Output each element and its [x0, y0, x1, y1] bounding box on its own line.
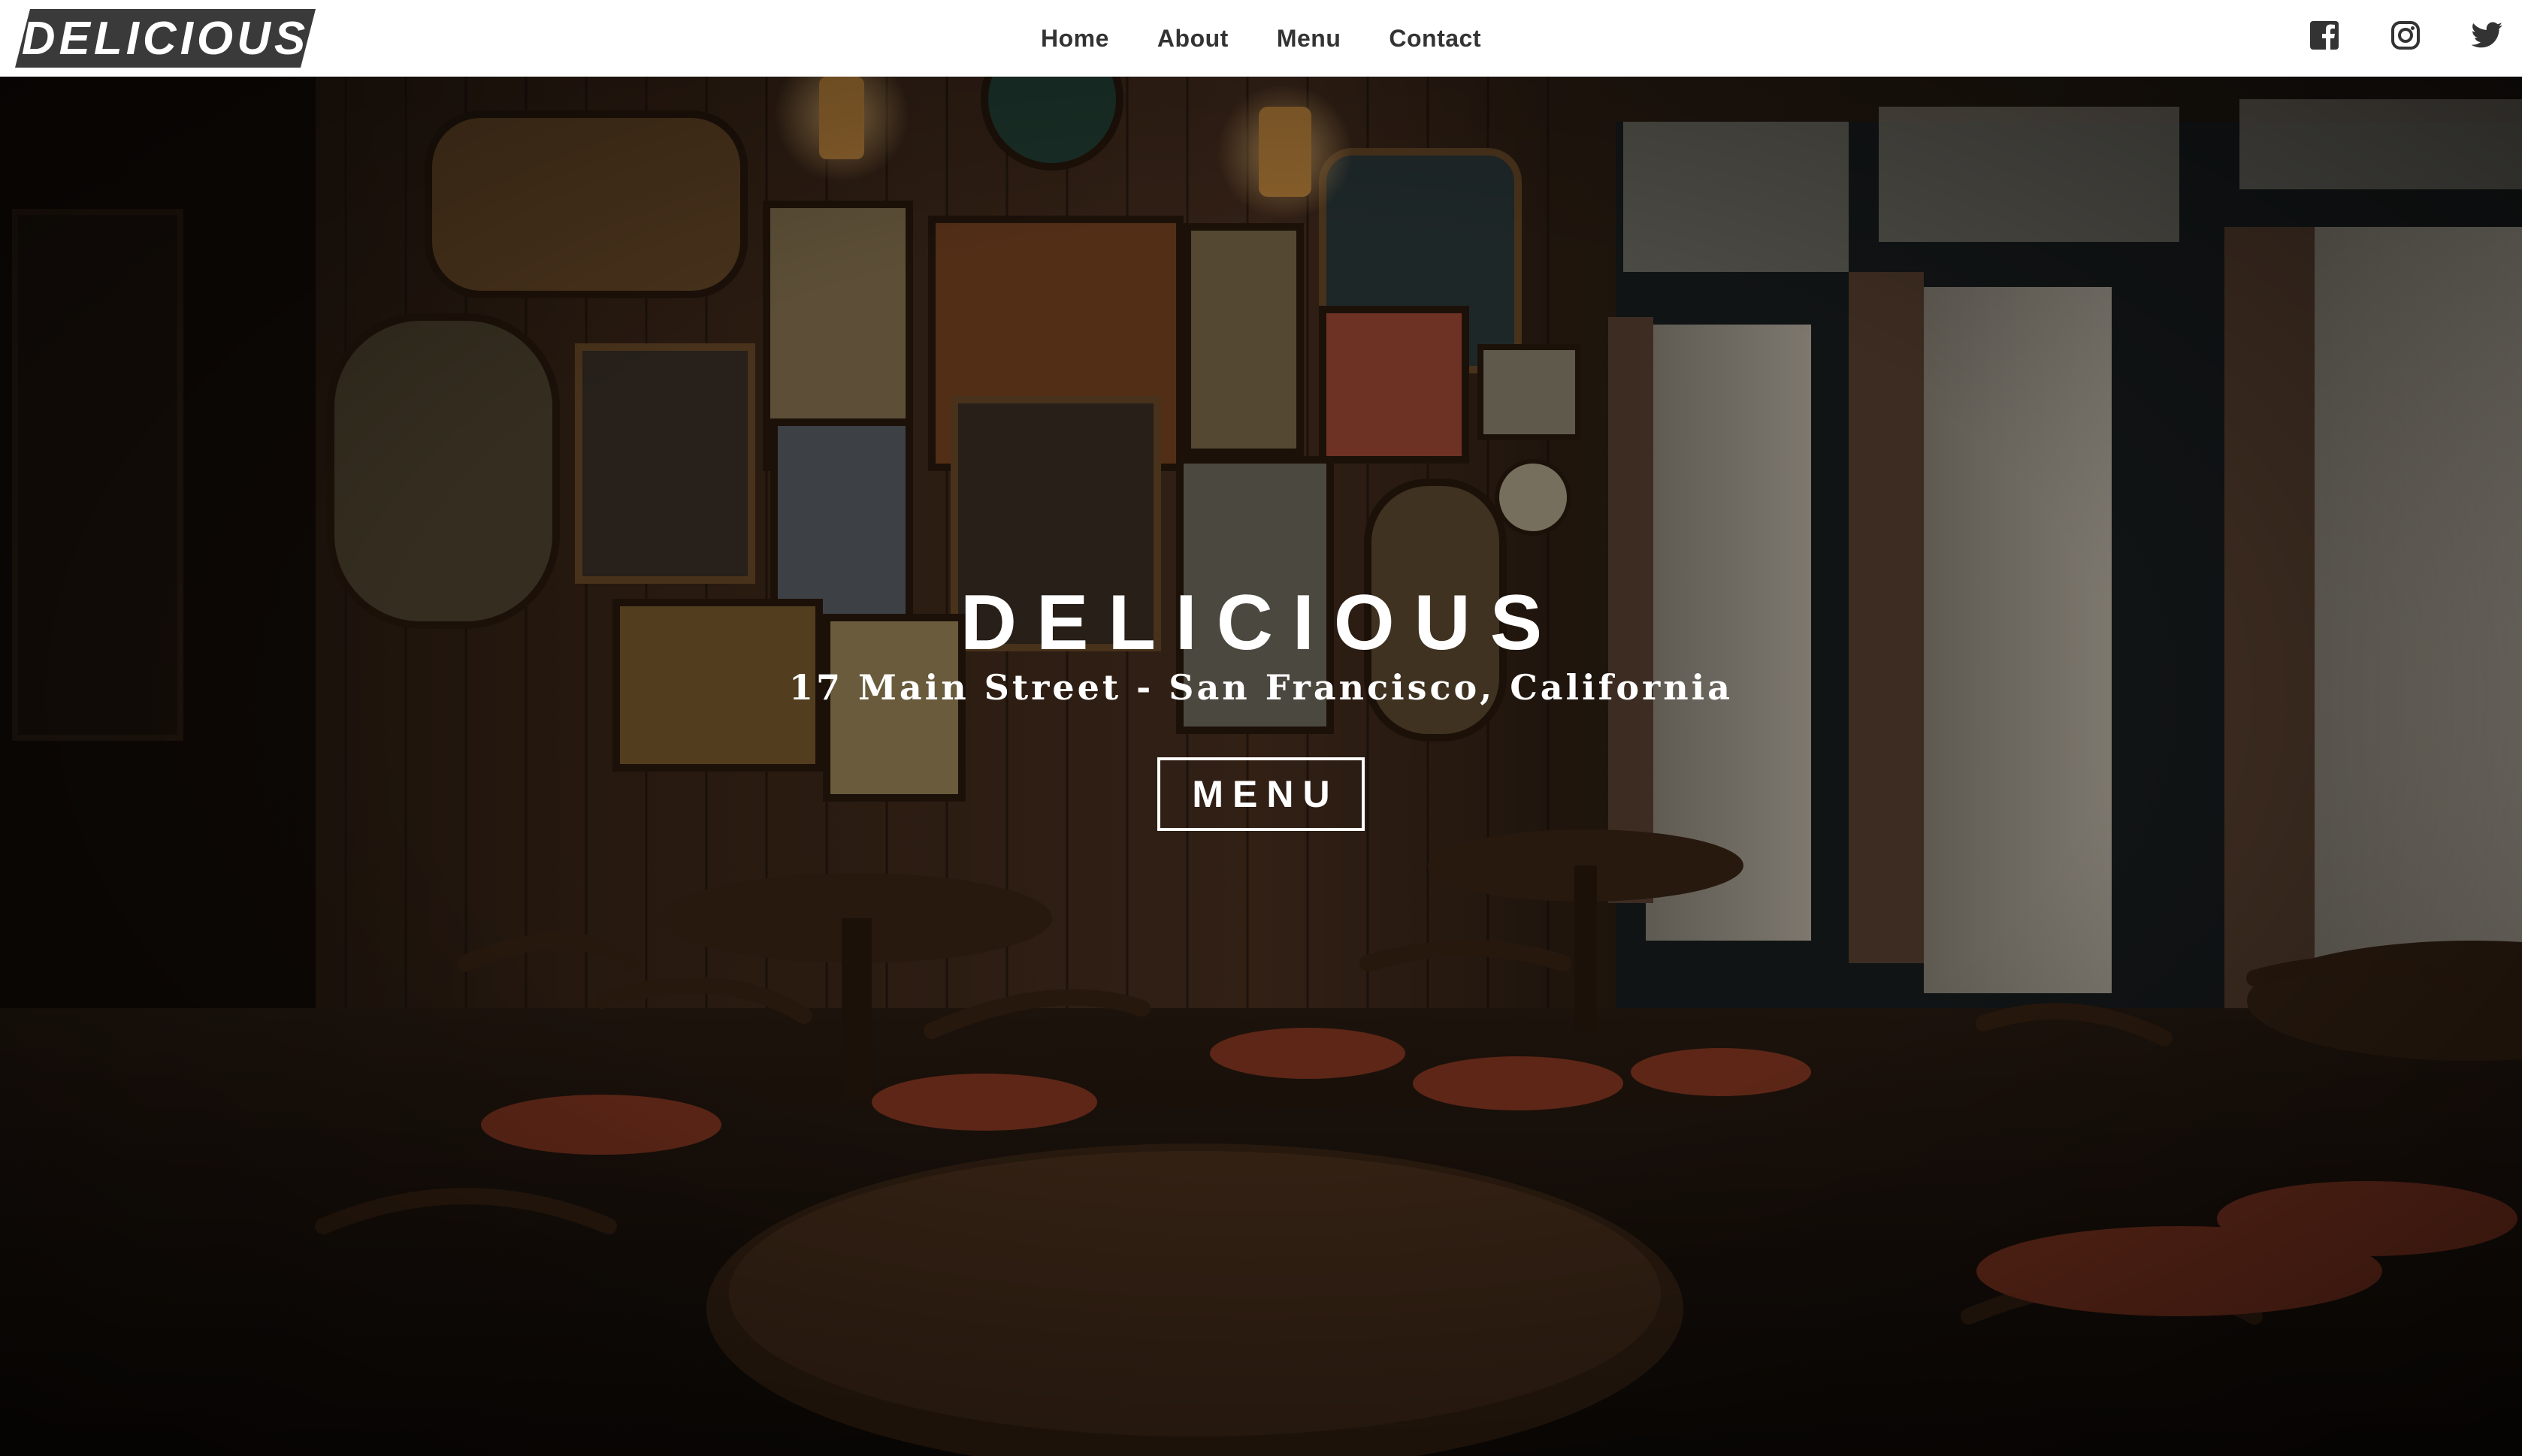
menu-button[interactable]: MENU — [1157, 757, 1365, 831]
twitter-icon[interactable] — [2469, 18, 2504, 53]
hero-section: DELICIOUS 17 Main Street - San Francisco… — [0, 77, 2522, 1456]
logo-badge: DELICIOUS — [15, 9, 316, 68]
nav-menu[interactable]: Menu — [1277, 25, 1341, 53]
hero-title: DELICIOUS — [960, 579, 1562, 666]
logo[interactable]: DELICIOUS — [15, 9, 316, 68]
main-nav: Home About Menu Contact — [0, 0, 2522, 77]
social-links — [2307, 18, 2504, 53]
instagram-icon[interactable] — [2388, 18, 2423, 53]
hero-address: 17 Main Street - San Francisco, Californ… — [788, 667, 1733, 708]
site-header: DELICIOUS Home About Menu Contact — [0, 0, 2522, 77]
nav-about[interactable]: About — [1157, 25, 1229, 53]
nav-contact[interactable]: Contact — [1389, 25, 1481, 53]
logo-text: DELICIOUS — [22, 13, 310, 65]
facebook-icon[interactable] — [2307, 18, 2342, 53]
nav-home[interactable]: Home — [1041, 25, 1109, 53]
